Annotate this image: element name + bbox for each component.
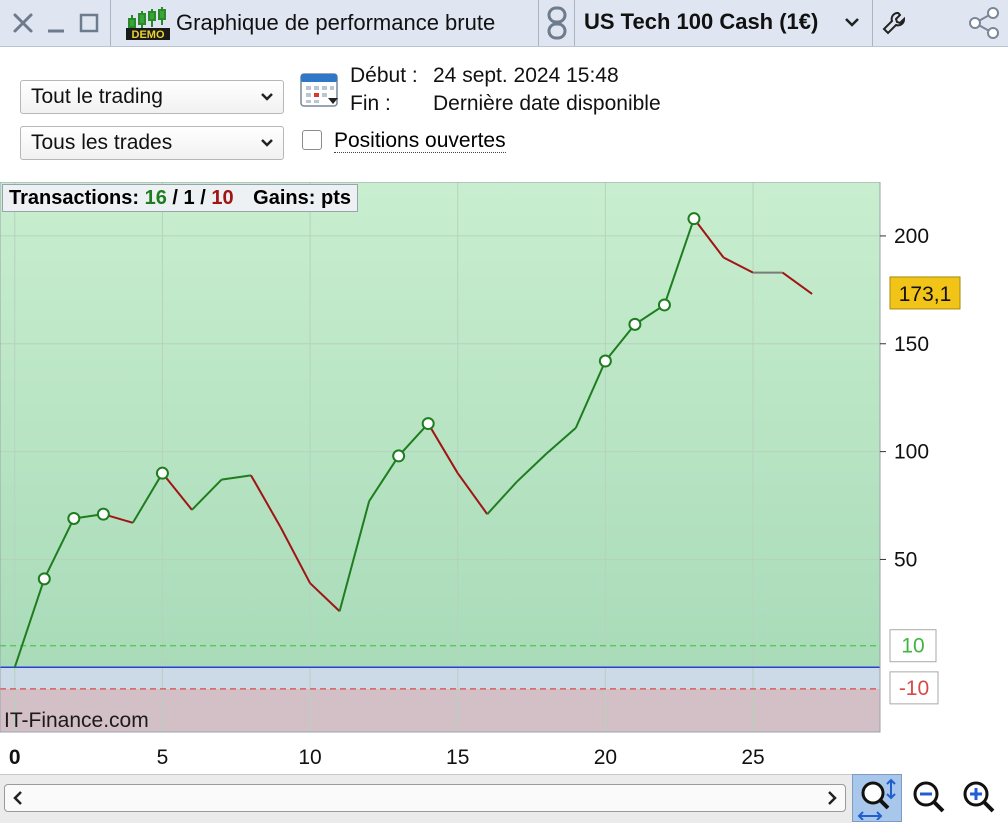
x-tick-label: 25 bbox=[741, 746, 764, 769]
y-tick-label: 150 bbox=[894, 333, 929, 356]
title-separator bbox=[538, 0, 539, 46]
trades-select-value: Tous les trades bbox=[31, 131, 173, 154]
chevron-down-icon bbox=[261, 93, 273, 101]
zoom-fit-icon bbox=[857, 778, 896, 820]
transactions-status: Transactions: 16 / 1 / 10 Gains: pts bbox=[2, 184, 358, 212]
trade-marker bbox=[67, 511, 81, 525]
transactions-label: Transactions: bbox=[9, 187, 140, 209]
trade-marker bbox=[37, 572, 51, 586]
link-icon[interactable] bbox=[540, 0, 574, 46]
y-tick-label: 50 bbox=[894, 548, 917, 571]
x-tick-label: 20 bbox=[594, 746, 617, 769]
trading-select-value: Tout le trading bbox=[31, 85, 163, 108]
x-tick-label: 0 bbox=[9, 746, 21, 769]
trade-marker bbox=[155, 466, 169, 480]
lower-threshold-label: -10 bbox=[899, 677, 929, 700]
upper-threshold-label: 10 bbox=[901, 635, 924, 658]
close-icon[interactable] bbox=[8, 0, 38, 46]
trading-select[interactable]: Tout le trading bbox=[20, 80, 284, 114]
profit-zone bbox=[0, 182, 880, 668]
horizontal-scrollbar[interactable] bbox=[4, 784, 846, 812]
trade-marker bbox=[687, 212, 701, 226]
wrench-icon[interactable] bbox=[874, 0, 914, 46]
trade-marker bbox=[628, 317, 642, 331]
gains-label: Gains: bbox=[253, 187, 316, 209]
neutral-count: 1 bbox=[183, 187, 195, 209]
x-tick-label: 5 bbox=[157, 746, 169, 769]
demo-badge: DEMO bbox=[132, 29, 165, 41]
open-positions-label[interactable]: Positions ouvertes bbox=[334, 129, 506, 153]
title-separator bbox=[574, 0, 575, 46]
x-tick-label: 10 bbox=[298, 746, 321, 769]
performance-chart: IT-Finance.com 50 100 150 200 0 5 10 15 20 25 17… bbox=[0, 182, 961, 769]
debut-value[interactable]: 24 sept. 2024 15:48 bbox=[433, 64, 619, 88]
scroll-right-icon[interactable] bbox=[824, 790, 840, 811]
trade-marker bbox=[657, 298, 671, 312]
zoom-in-button[interactable] bbox=[954, 774, 1004, 822]
y-tick-label: 200 bbox=[894, 225, 929, 248]
open-positions-checkbox[interactable] bbox=[302, 130, 322, 150]
trade-marker bbox=[392, 449, 406, 463]
share-icon[interactable] bbox=[958, 0, 1008, 46]
trade-marker bbox=[96, 507, 110, 521]
losers-count: 10 bbox=[211, 187, 234, 209]
scroll-left-icon[interactable] bbox=[10, 790, 26, 811]
title-separator bbox=[872, 0, 873, 46]
watermark: IT-Finance.com bbox=[4, 709, 149, 732]
fin-value[interactable]: Dernière date disponible bbox=[433, 92, 661, 116]
zoom-fit-button[interactable] bbox=[852, 774, 902, 822]
trade-marker bbox=[598, 354, 612, 368]
minimize-icon[interactable] bbox=[42, 0, 70, 46]
fin-label: Fin : bbox=[350, 92, 391, 115]
current-value-label: 173,1 bbox=[899, 283, 952, 306]
window-title: Graphique de performance brute bbox=[176, 10, 496, 35]
trade-marker bbox=[421, 417, 435, 431]
gains-unit: pts bbox=[320, 187, 351, 209]
chevron-down-icon bbox=[261, 139, 273, 147]
maximize-icon[interactable] bbox=[74, 0, 104, 46]
debut-label: Début : bbox=[350, 64, 418, 87]
calendar-icon[interactable] bbox=[298, 68, 342, 112]
chevron-down-icon[interactable] bbox=[844, 14, 860, 35]
zoom-out-icon bbox=[913, 781, 945, 813]
instrument-selector[interactable]: US Tech 100 Cash (1€) bbox=[584, 9, 818, 35]
y-tick-label: 100 bbox=[894, 441, 929, 464]
demo-chart-icon: DEMO bbox=[124, 5, 172, 41]
trades-select[interactable]: Tous les trades bbox=[20, 126, 284, 160]
x-axis: 0 5 10 15 20 25 bbox=[9, 746, 765, 769]
zoom-in-icon bbox=[963, 781, 995, 813]
neutral-zone bbox=[0, 667, 880, 689]
zoom-out-button[interactable] bbox=[904, 774, 954, 822]
winners-count: 16 bbox=[144, 187, 167, 209]
x-tick-label: 15 bbox=[446, 746, 469, 769]
title-separator bbox=[110, 0, 111, 46]
